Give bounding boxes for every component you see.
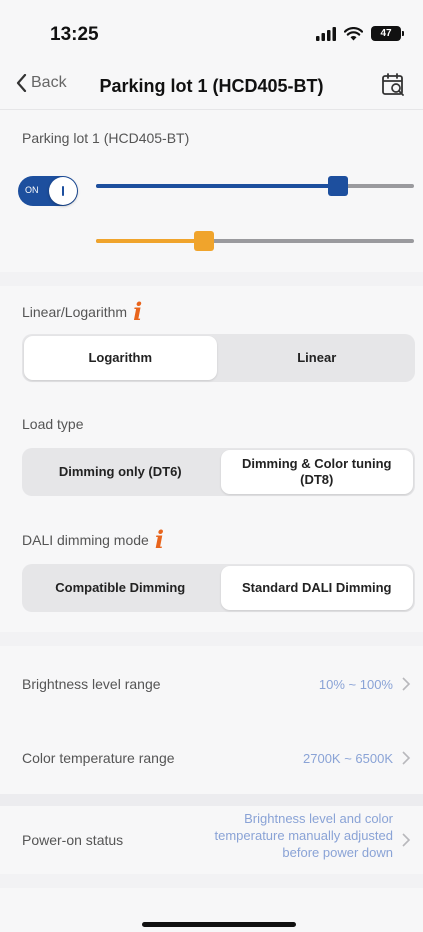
- brightness-slider-thumb[interactable]: [327, 176, 348, 196]
- chevron-right-icon: [402, 751, 411, 765]
- curve-segmented-control: Logarithm Linear: [22, 334, 415, 382]
- dali-mode-option-standard[interactable]: Standard DALI Dimming: [220, 566, 413, 610]
- color-temperature-range-row[interactable]: Color temperature range 2700K ~ 6500K: [0, 722, 423, 794]
- brightness-range-row[interactable]: Brightness level range 10% ~ 100%: [0, 646, 423, 722]
- nav-bar: Back Parking lot 1 (HCD405-BT): [0, 64, 423, 110]
- status-icons: 47: [316, 26, 404, 41]
- status-bar: 13:25 47: [0, 0, 423, 64]
- load-type-label: Load type: [22, 416, 84, 432]
- dali-mode-label: DALI dimming mode: [22, 532, 149, 548]
- brightness-range-value: 10% ~ 100%: [318, 677, 393, 692]
- curve-option-logarithm[interactable]: Logarithm: [24, 336, 217, 380]
- power-toggle[interactable]: ON: [18, 176, 78, 206]
- page-title: Parking lot 1 (HCD405-BT): [99, 76, 324, 96]
- battery-icon: 47: [371, 26, 404, 41]
- wifi-icon: [344, 26, 363, 40]
- home-indicator[interactable]: [142, 922, 296, 927]
- color-temperature-range-label: Color temperature range: [22, 750, 175, 766]
- color-temperature-slider-thumb[interactable]: [194, 231, 215, 251]
- info-icon[interactable]: i: [155, 528, 164, 552]
- power-on-status-row[interactable]: Power-on status Brightness level and col…: [0, 806, 423, 874]
- color-temperature-slider-fill: [96, 239, 205, 243]
- signal-icon: [316, 26, 336, 41]
- toggle-knob: [49, 177, 77, 205]
- calendar-search-icon[interactable]: [381, 72, 407, 98]
- brightness-slider[interactable]: [96, 176, 414, 196]
- power-on-status-value: Brightness level and color temperature m…: [214, 811, 394, 860]
- color-temperature-slider[interactable]: [96, 231, 414, 251]
- info-icon[interactable]: i: [133, 300, 142, 324]
- chevron-right-icon: [402, 833, 411, 847]
- toggle-on-label: ON: [25, 185, 39, 195]
- brightness-slider-fill: [96, 184, 338, 188]
- brightness-range-label: Brightness level range: [22, 676, 161, 692]
- load-type-option-dt6[interactable]: Dimming only (DT6): [24, 450, 217, 494]
- curve-section-label: Linear/Logarithm i: [22, 300, 142, 324]
- dali-mode-section-label: DALI dimming mode i: [22, 528, 164, 552]
- settings-card: Linear/Logarithm i Logarithm Linear Load…: [0, 286, 423, 632]
- range-settings-card: Brightness level range 10% ~ 100% Color …: [0, 646, 423, 874]
- status-time: 13:25: [50, 24, 99, 45]
- color-temperature-range-value: 2700K ~ 6500K: [303, 751, 393, 766]
- section-divider: [0, 794, 423, 806]
- lamp-name: Parking lot 1 (HCD405-BT): [22, 130, 190, 146]
- load-type-segmented-control: Dimming only (DT6) Dimming & Color tunin…: [22, 448, 415, 496]
- power-on-status-label: Power-on status: [22, 832, 124, 848]
- load-type-option-dt8[interactable]: Dimming & Color tuning (DT8): [220, 450, 413, 494]
- chevron-right-icon: [402, 677, 411, 691]
- curve-option-linear[interactable]: Linear: [221, 336, 414, 380]
- dali-mode-option-compatible[interactable]: Compatible Dimming: [24, 566, 217, 610]
- curve-label: Linear/Logarithm: [22, 304, 128, 320]
- dali-mode-segmented-control: Compatible Dimming Standard DALI Dimming: [22, 564, 415, 612]
